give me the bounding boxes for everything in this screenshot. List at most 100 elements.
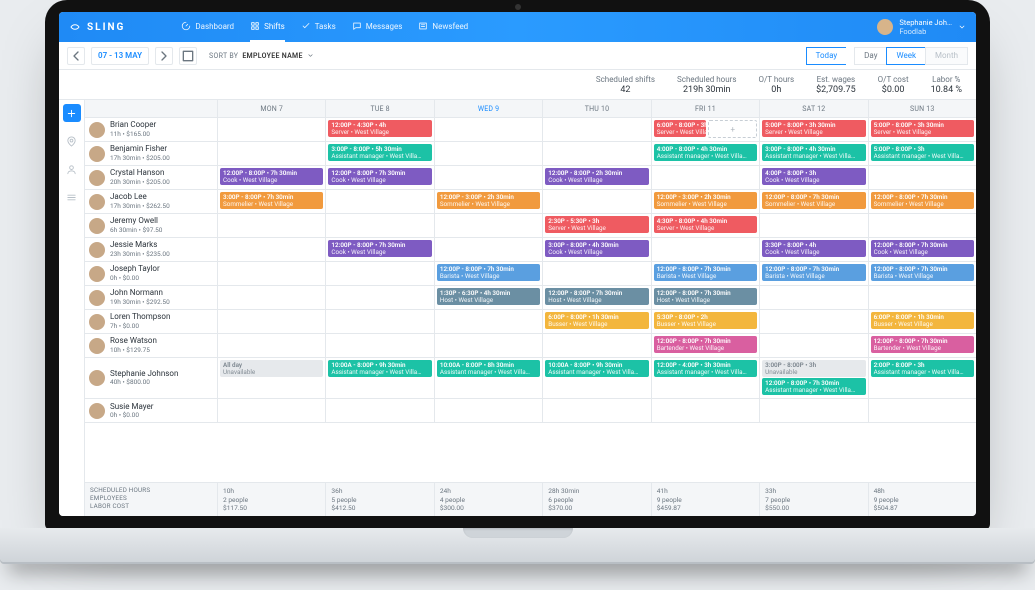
day-cell[interactable]: 12:00P - 8:00P • 7h 30minCook • West Vil…	[217, 166, 325, 189]
day-cell[interactable]: 12:00P - 4:30P • 4hServer • West Village	[325, 118, 433, 141]
shift[interactable]: 10:00A - 8:00P • 8h 30minAssistant manag…	[437, 360, 540, 377]
empty-cell[interactable]	[217, 214, 325, 237]
employee-cell[interactable]: Rose Watson10h • $129.75	[85, 334, 217, 357]
day-cell[interactable]: 5:00P - 8:00P • 3h 30minServer • West Vi…	[759, 118, 867, 141]
day-cell[interactable]: 10:00A - 8:00P • 9h 30minAssistant manag…	[542, 358, 650, 398]
people-filter-button[interactable]	[63, 160, 81, 178]
day-cell[interactable]: 12:00P - 3:00P • 2h 30minSommelier • Wes…	[434, 190, 542, 213]
employee-cell[interactable]: Stephanie Johnson40h • $800.00	[85, 358, 217, 398]
day-cell[interactable]: All dayUnavailable	[217, 358, 325, 398]
shift[interactable]: 12:00P - 8:00P • 7h 30minBarista • West …	[871, 264, 974, 281]
empty-cell[interactable]	[434, 142, 542, 165]
shift[interactable]: 10:00A - 8:00P • 9h 30minAssistant manag…	[328, 360, 431, 377]
add-shift-button[interactable]	[63, 104, 81, 122]
today-button[interactable]: Today	[806, 47, 847, 65]
day-header-col[interactable]: MON 7	[217, 100, 325, 117]
user-menu[interactable]: Stephanie Joh… Foodlab	[877, 18, 966, 36]
day-cell[interactable]: 1:30P - 6:30P • 4h 30minHost • West Vill…	[434, 286, 542, 309]
employee-cell[interactable]: Brian Cooper11h • $165.00	[85, 118, 217, 141]
more-filter-button[interactable]	[63, 188, 81, 206]
empty-cell[interactable]	[217, 399, 325, 422]
employee-cell[interactable]: John Normann19h 30min • $292.50	[85, 286, 217, 309]
empty-cell[interactable]	[759, 334, 867, 357]
day-cell[interactable]: 4:00P - 8:00P • 3hCook • West Village	[759, 166, 867, 189]
empty-cell[interactable]	[542, 334, 650, 357]
shift[interactable]: 12:00P - 8:00P • 2h 30minCook • West Vil…	[545, 168, 648, 185]
empty-cell[interactable]	[325, 190, 433, 213]
shift[interactable]: 6:00P - 8:00P • 3h…Server • West Village	[654, 120, 707, 137]
empty-cell[interactable]	[434, 310, 542, 333]
employee-cell[interactable]: Loren Thompson7h • $0.00	[85, 310, 217, 333]
empty-cell[interactable]	[542, 118, 650, 141]
nav-tab-messages[interactable]: Messages	[352, 12, 403, 42]
day-cell[interactable]: 12:00P - 3:00P • 2h 30minSommelier • Wes…	[651, 190, 759, 213]
empty-cell[interactable]	[651, 238, 759, 261]
day-cell[interactable]: 3:00P - 8:00P • 3hUnavailable12:00P - 8:…	[759, 358, 867, 398]
shift[interactable]: 2:00P - 8:00P • 3hAssistant manager • We…	[871, 360, 974, 377]
day-header-col[interactable]: SUN 13	[868, 100, 976, 117]
shift[interactable]: 12:00P - 8:00P • 7h 30minBarista • West …	[437, 264, 540, 281]
shift[interactable]: 12:00P - 4:30P • 4hServer • West Village	[328, 120, 431, 137]
empty-cell[interactable]	[325, 310, 433, 333]
shift[interactable]: 12:00P - 8:00P • 7h 30minSommelier • Wes…	[871, 192, 974, 209]
nav-tab-dashboard[interactable]: Dashboard	[181, 12, 234, 42]
shift[interactable]: 12:00P - 8:00P • 7h 30minCook • West Vil…	[871, 240, 974, 257]
day-header-col[interactable]: TUE 8	[325, 100, 433, 117]
day-cell[interactable]: 3:00P - 8:00P • 4h 30minAssistant manage…	[759, 142, 867, 165]
day-cell[interactable]: 5:30P - 8:00P • 2hBusser • West Village	[651, 310, 759, 333]
shift[interactable]: 2:30P - 5:30P • 3hServer • West Village	[545, 216, 648, 233]
shift[interactable]: All dayUnavailable	[220, 360, 323, 377]
shift[interactable]: 12:00P - 3:00P • 2h 30minSommelier • Wes…	[437, 192, 540, 209]
empty-cell[interactable]	[542, 142, 650, 165]
shift[interactable]: 4:30P - 8:00P • 4h 30minServer • West Vi…	[654, 216, 757, 233]
next-week-button[interactable]	[155, 47, 173, 65]
employee-cell[interactable]: Jessie Marks23h 30min • $235.00	[85, 238, 217, 261]
shift[interactable]: 4:00P - 8:00P • 3hCook • West Village	[762, 168, 865, 185]
day-cell[interactable]: 12:00P - 8:00P • 7h 30minHost • West Vil…	[651, 286, 759, 309]
shift[interactable]: 12:00P - 8:00P • 7h 30minCook • West Vil…	[220, 168, 323, 185]
nav-tab-shifts[interactable]: Shifts	[250, 12, 285, 42]
empty-cell[interactable]	[434, 214, 542, 237]
view-day[interactable]: Day	[854, 47, 886, 65]
day-cell[interactable]: 6:00P - 8:00P • 1h 30minBusser • West Vi…	[542, 310, 650, 333]
shift[interactable]: 12:00P - 8:00P • 7h 30minBarista • West …	[654, 264, 757, 281]
empty-cell[interactable]	[217, 310, 325, 333]
date-range-button[interactable]: 07 - 13 MAY	[91, 47, 149, 65]
day-cell[interactable]: 12:00P - 8:00P • 7h 30minBarista • West …	[759, 262, 867, 285]
shift[interactable]: 6:00P - 8:00P • 1h 30minBusser • West Vi…	[545, 312, 648, 329]
prev-week-button[interactable]	[67, 47, 85, 65]
employee-cell[interactable]: Susie Mayer0h • $0.00	[85, 399, 217, 422]
shift[interactable]: 12:00P - 8:00P • 7h 30minSommelier • Wes…	[762, 192, 865, 209]
empty-cell[interactable]	[542, 399, 650, 422]
empty-cell[interactable]	[217, 238, 325, 261]
day-cell[interactable]: 12:00P - 8:00P • 7h 30minCook • West Vil…	[325, 166, 433, 189]
employee-cell[interactable]: Jeremy Owell6h 30min • $97.50	[85, 214, 217, 237]
empty-cell[interactable]	[217, 334, 325, 357]
day-cell[interactable]: 12:00P - 8:00P • 7h 30minBartender • Wes…	[868, 334, 976, 357]
shift[interactable]: 12:00P - 8:00P • 7h 30minHost • West Vil…	[654, 288, 757, 305]
day-cell[interactable]: 5:00P - 8:00P • 3hAssistant manager • We…	[868, 142, 976, 165]
day-cell[interactable]: 12:00P - 8:00P • 7h 30minBarista • West …	[434, 262, 542, 285]
nav-tab-newsfeed[interactable]: Newsfeed	[418, 12, 468, 42]
empty-cell[interactable]	[759, 310, 867, 333]
shift[interactable]: 5:30P - 8:00P • 2hBusser • West Village	[654, 312, 757, 329]
empty-cell[interactable]	[651, 399, 759, 422]
empty-cell[interactable]	[868, 166, 976, 189]
empty-cell[interactable]	[325, 214, 433, 237]
employee-cell[interactable]: Jacob Lee17h 30min • $262.50	[85, 190, 217, 213]
day-cell[interactable]: 3:00P - 8:00P • 4h 30minCook • West Vill…	[542, 238, 650, 261]
day-cell[interactable]: 3:30P - 8:00P • 4hCook • West Village	[759, 238, 867, 261]
day-cell[interactable]: 6:00P - 8:00P • 1h 30minBusser • West Vi…	[868, 310, 976, 333]
empty-cell[interactable]	[868, 214, 976, 237]
empty-cell[interactable]	[434, 334, 542, 357]
day-cell[interactable]: 12:00P - 8:00P • 7h 30minBartender • Wes…	[651, 334, 759, 357]
location-filter-button[interactable]	[63, 132, 81, 150]
empty-cell[interactable]	[325, 399, 433, 422]
day-cell[interactable]: 12:00P - 8:00P • 7h 30minBarista • West …	[651, 262, 759, 285]
empty-cell[interactable]	[217, 262, 325, 285]
day-cell[interactable]: 12:00P - 8:00P • 7h 30minHost • West Vil…	[542, 286, 650, 309]
shift[interactable]: 5:00P - 8:00P • 3hAssistant manager • We…	[871, 144, 974, 161]
empty-cell[interactable]	[651, 166, 759, 189]
day-cell[interactable]: 2:00P - 8:00P • 3hAssistant manager • We…	[868, 358, 976, 398]
day-cell[interactable]: 12:00P - 8:00P • 7h 30minBarista • West …	[868, 262, 976, 285]
